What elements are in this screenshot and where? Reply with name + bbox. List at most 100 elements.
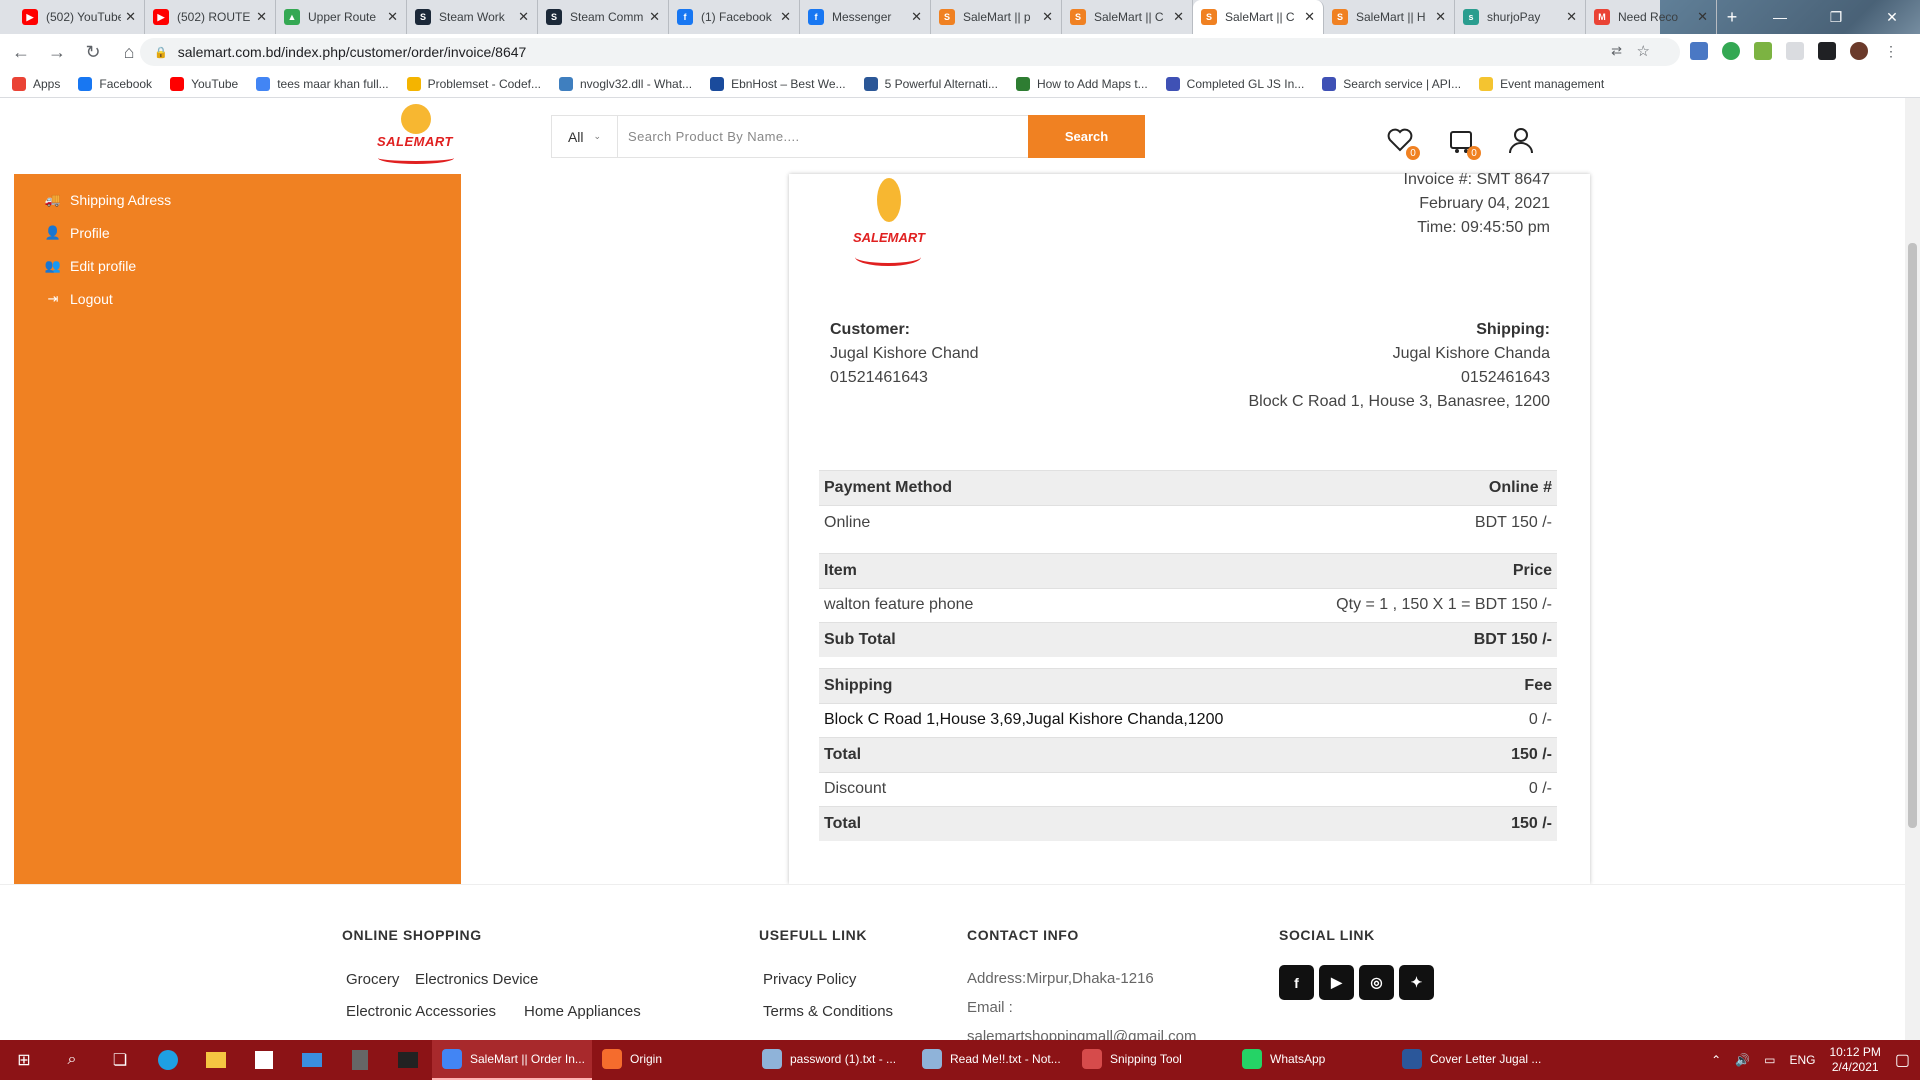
browser-tab[interactable]: S Steam Comm ✕ (538, 0, 669, 34)
browser-tab[interactable]: ▲ Upper Route ✕ (276, 0, 407, 34)
browser-tab[interactable]: S SaleMart || H ✕ (1324, 0, 1455, 34)
close-tab-icon[interactable]: ✕ (1697, 9, 1708, 25)
page-scrollbar[interactable] (1905, 98, 1920, 1040)
calculator-icon[interactable] (336, 1040, 384, 1080)
wishlist-button[interactable]: 0 (1386, 126, 1420, 160)
footer-link[interactable]: Privacy Policy (763, 971, 856, 988)
chevron-up-icon[interactable]: ⌃ (1711, 1053, 1721, 1067)
search-button[interactable]: Search (1028, 115, 1145, 158)
sidebar-item-profile[interactable]: 👤 Profile (44, 225, 110, 241)
close-tab-icon[interactable]: ✕ (518, 9, 529, 25)
network-icon[interactable]: ▭ (1764, 1053, 1775, 1067)
new-tab-button[interactable]: + (1717, 0, 1747, 34)
bookmark-item[interactable]: nvoglv32.dll - What... (559, 76, 692, 91)
browser-tab[interactable]: s shurjoPay ✕ (1455, 0, 1586, 34)
account-button[interactable] (1507, 126, 1537, 156)
store-icon[interactable] (240, 1040, 288, 1080)
contact-email[interactable]: salemartshoppingmall@gmail.com (967, 1028, 1196, 1040)
search-icon[interactable]: ⌕ (48, 1040, 96, 1080)
taskbar-app[interactable]: WhatsApp (1232, 1040, 1392, 1080)
taskbar-app[interactable]: Snipping Tool (1072, 1040, 1232, 1080)
close-tab-icon[interactable]: ✕ (1304, 9, 1315, 25)
extension-icon[interactable] (1786, 42, 1804, 60)
site-logo[interactable]: SALEMART (368, 104, 462, 170)
sidebar-item-logout[interactable]: ⇥ Logout (44, 291, 113, 307)
taskbar-app[interactable]: Read Me!!.txt - Not... (912, 1040, 1072, 1080)
close-tab-icon[interactable]: ✕ (649, 9, 660, 25)
bookmark-star-icon[interactable]: ☆ (1637, 42, 1650, 60)
close-tab-icon[interactable]: ✕ (256, 9, 267, 25)
bookmark-item[interactable]: YouTube (170, 76, 238, 91)
sidebar-item-shipping-adress[interactable]: 🚚 Shipping Adress (44, 192, 171, 208)
clock[interactable]: 10:12 PM 2/4/2021 (1830, 1045, 1881, 1075)
mail-icon[interactable] (288, 1040, 336, 1080)
bookmark-item[interactable]: EbnHost – Best We... (710, 76, 846, 91)
close-tab-icon[interactable]: ✕ (125, 9, 136, 25)
taskbar-app[interactable]: Origin (592, 1040, 752, 1080)
avatar[interactable] (1850, 42, 1868, 60)
forward-button[interactable]: → (42, 37, 72, 67)
bookmark-item[interactable]: Event management (1479, 76, 1604, 91)
close-tab-icon[interactable]: ✕ (1042, 9, 1053, 25)
browser-tab[interactable]: S SaleMart || p ✕ (931, 0, 1062, 34)
puzzle-icon[interactable] (1818, 42, 1836, 60)
browser-tab[interactable]: S SaleMart || C ✕ (1062, 0, 1193, 34)
taskbar-app[interactable]: SaleMart || Order In... (432, 1040, 592, 1080)
close-tab-icon[interactable]: ✕ (1566, 9, 1577, 25)
browser-tab[interactable]: M Need Reco ✕ (1586, 0, 1717, 34)
youtube-icon[interactable]: ▶ (1319, 965, 1354, 1000)
bookmark-item[interactable]: tees maar khan full... (256, 76, 389, 91)
category-select[interactable]: All ⌄ (552, 116, 618, 157)
bookmark-item[interactable]: 5 Powerful Alternati... (863, 76, 998, 91)
footer-link[interactable]: Electronics Device (415, 971, 538, 988)
bookmark-item[interactable]: How to Add Maps t... (1015, 76, 1148, 91)
extension-icon[interactable] (1754, 42, 1772, 60)
address-bar[interactable]: 🔒 salemart.com.bd/index.php/customer/ord… (140, 38, 1680, 66)
cart-button[interactable]: 0 (1447, 126, 1481, 160)
notifications-icon[interactable]: ▢ (1895, 1050, 1910, 1070)
taskbar-app[interactable]: Cover Letter Jugal ... (1392, 1040, 1552, 1080)
footer-link[interactable]: Home Appliances (524, 1003, 641, 1020)
scrollbar-thumb[interactable] (1908, 243, 1917, 828)
minimize-button[interactable]: — (1752, 0, 1808, 34)
restore-button[interactable]: ❐ (1808, 0, 1864, 34)
close-window-button[interactable]: ✕ (1864, 0, 1920, 34)
close-tab-icon[interactable]: ✕ (387, 9, 398, 25)
language-indicator[interactable]: ENG (1789, 1053, 1815, 1067)
close-tab-icon[interactable]: ✕ (911, 9, 922, 25)
bookmark-item[interactable]: Apps (12, 76, 60, 91)
sidebar-item-edit-profile[interactable]: 👥 Edit profile (44, 258, 136, 274)
reload-button[interactable]: ↻ (78, 37, 108, 67)
search-input[interactable] (618, 116, 1028, 157)
volume-icon[interactable]: 🔊 (1735, 1053, 1750, 1067)
file-explorer-icon[interactable] (192, 1040, 240, 1080)
edge-icon[interactable] (144, 1040, 192, 1080)
extension-icon[interactable] (1722, 42, 1740, 60)
browser-tab[interactable]: S SaleMart || C ✕ (1193, 0, 1324, 34)
back-button[interactable]: ← (6, 37, 36, 67)
browser-tab[interactable]: f Messenger ✕ (800, 0, 931, 34)
bookmark-item[interactable]: Problemset - Codef... (406, 76, 541, 91)
translate-icon[interactable]: ⇄ (1611, 43, 1622, 59)
close-tab-icon[interactable]: ✕ (780, 9, 791, 25)
footer-link[interactable]: Terms & Conditions (763, 1003, 893, 1020)
terminal-icon[interactable] (384, 1040, 432, 1080)
browser-tab[interactable]: f (1) Facebook ✕ (669, 0, 800, 34)
close-tab-icon[interactable]: ✕ (1435, 9, 1446, 25)
facebook-icon[interactable]: f (1279, 965, 1314, 1000)
close-tab-icon[interactable]: ✕ (1173, 9, 1184, 25)
extension-icon[interactable] (1690, 42, 1708, 60)
kebab-menu-icon[interactable]: ⋮ (1882, 42, 1900, 60)
bookmark-item[interactable]: Search service | API... (1322, 76, 1461, 91)
bookmark-item[interactable]: Facebook (78, 76, 152, 91)
instagram-icon[interactable]: ◎ (1359, 965, 1394, 1000)
browser-tab[interactable]: ▶ (502) YouTube ✕ (14, 0, 145, 34)
footer-link[interactable]: Electronic Accessories (346, 1003, 496, 1020)
windows-start-icon[interactable]: ⊞ (0, 1040, 48, 1080)
task-view-icon[interactable]: ❏ (96, 1040, 144, 1080)
browser-tab[interactable]: ▶ (502) ROUTE ✕ (145, 0, 276, 34)
taskbar-app[interactable]: password (1).txt - ... (752, 1040, 912, 1080)
footer-link[interactable]: Grocery (346, 971, 399, 988)
browser-tab[interactable]: S Steam Work ✕ (407, 0, 538, 34)
bookmark-item[interactable]: Completed GL JS In... (1165, 76, 1304, 91)
